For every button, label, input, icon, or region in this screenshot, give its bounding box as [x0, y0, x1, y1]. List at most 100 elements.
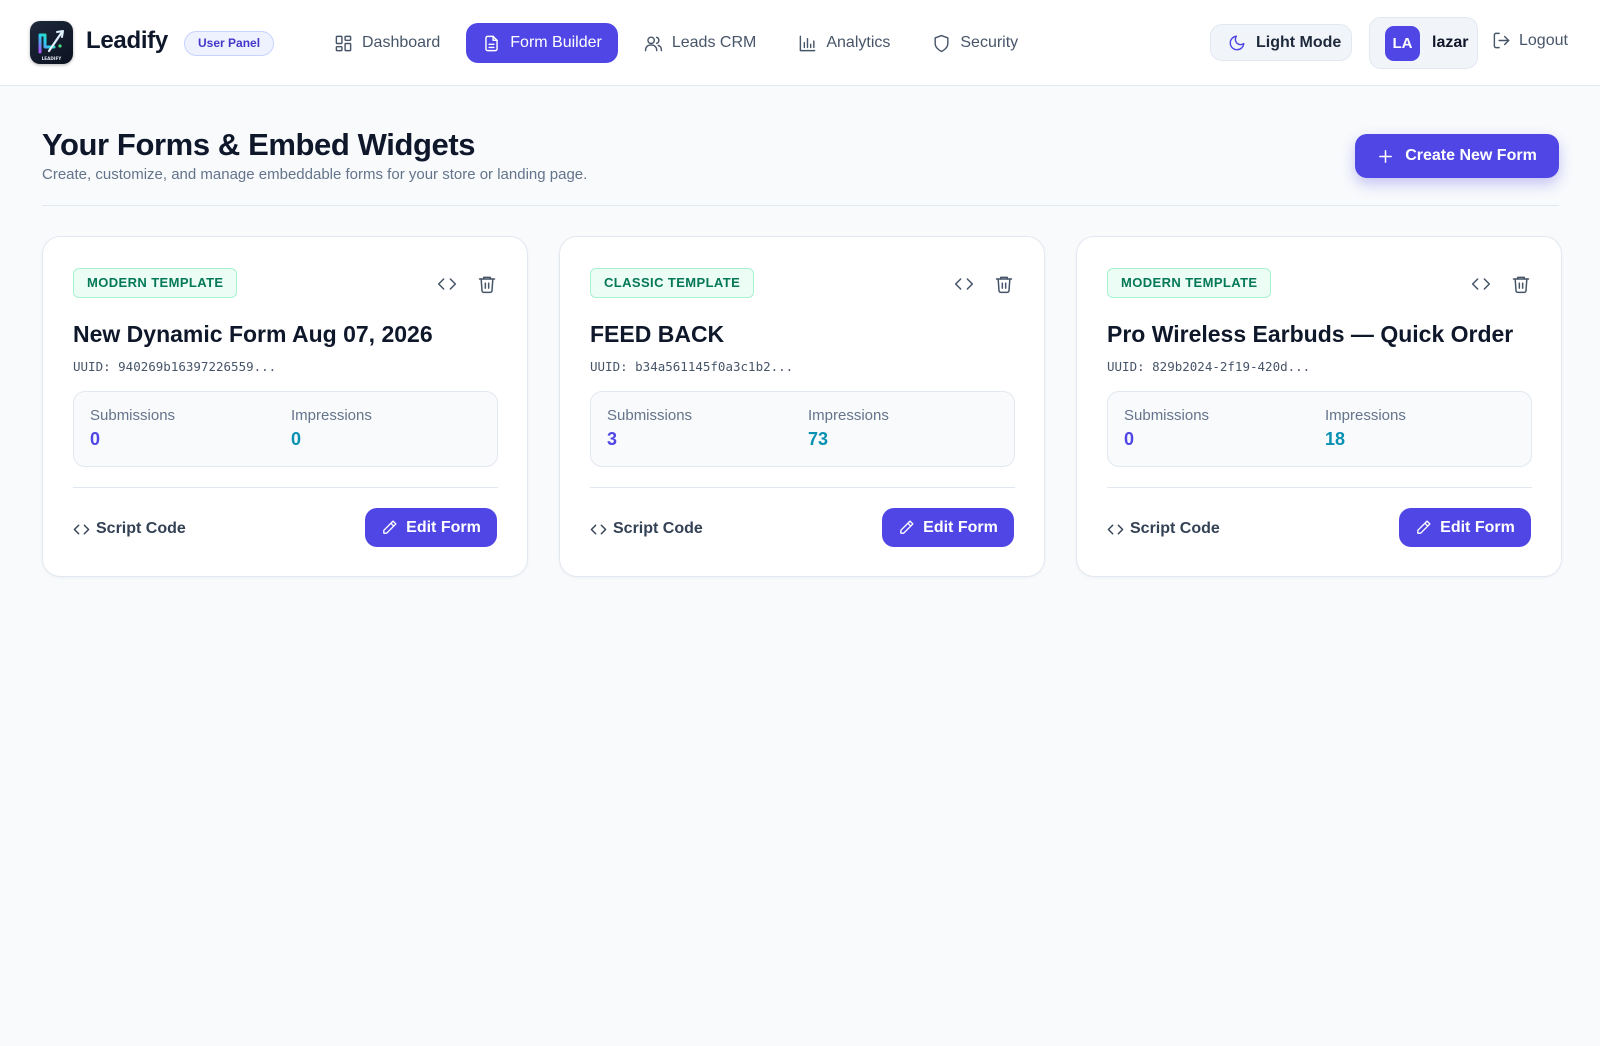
edit-form-button[interactable]: Edit Form — [1399, 508, 1531, 547]
trash-icon[interactable] — [477, 274, 497, 294]
code-icon[interactable] — [437, 274, 457, 294]
shield-icon — [934, 34, 949, 52]
impressions-stat: Impressions 0 — [291, 407, 372, 450]
form-card-list: MODERN TEMPLATE New Dynamic Form Aug 07,… — [42, 236, 1562, 577]
script-code-button[interactable]: Script Code — [590, 520, 703, 538]
impressions-label: Impressions — [808, 407, 889, 424]
nav-label: Form Builder — [510, 34, 602, 51]
form-uuid: UUID: 940269b16397226559... — [73, 359, 277, 374]
user-panel-badge: User Panel — [184, 31, 275, 56]
impressions-stat: Impressions 18 — [1325, 407, 1406, 450]
create-new-form-button[interactable]: Create New Form — [1355, 134, 1559, 178]
page-title: Your Forms & Embed Widgets — [42, 127, 476, 162]
document-icon — [485, 35, 499, 51]
nav-label: Analytics — [826, 34, 891, 51]
impressions-value: 18 — [1325, 429, 1346, 449]
logo-mark-icon: LEADIFY — [38, 30, 64, 61]
dashboard-grid-icon — [335, 35, 352, 51]
page-subtitle: Create, customize, and manage embeddable… — [42, 166, 588, 183]
template-badge: MODERN TEMPLATE — [73, 268, 238, 298]
form-stats: Submissions 3 Impressions 73 — [590, 391, 1015, 467]
script-code-label: Script Code — [613, 520, 703, 537]
card-actions — [1471, 274, 1531, 294]
nav-label: Leads CRM — [671, 34, 757, 51]
leadify-logo[interactable]: LEADIFY — [30, 21, 73, 64]
card-divider — [590, 487, 1015, 488]
edit-form-button[interactable]: Edit Form — [365, 508, 497, 547]
form-stats: Submissions 0 Impressions 0 — [73, 391, 498, 467]
card-actions — [437, 274, 497, 294]
submissions-value: 3 — [607, 429, 618, 449]
submissions-label: Submissions — [90, 407, 176, 424]
script-code-button[interactable]: Script Code — [73, 520, 186, 538]
submissions-label: Submissions — [607, 407, 693, 424]
script-code-label: Script Code — [1130, 520, 1220, 537]
form-card: MODERN TEMPLATE Pro Wireless Earbuds — Q… — [1076, 236, 1562, 577]
code-icon — [73, 524, 90, 534]
form-card: CLASSIC TEMPLATE FEED BACK UUID: b34a561… — [559, 236, 1045, 577]
trash-icon[interactable] — [994, 274, 1014, 294]
form-title: New Dynamic Form Aug 07, 2026 — [73, 321, 433, 347]
code-icon[interactable] — [1471, 274, 1491, 294]
impressions-stat: Impressions 73 — [808, 407, 889, 450]
submissions-value: 0 — [1124, 429, 1135, 449]
theme-toggle-button[interactable]: Light Mode — [1210, 24, 1352, 61]
nav-label: Dashboard — [362, 34, 441, 51]
pencil-icon — [900, 520, 914, 534]
edit-form-label: Edit Form — [1440, 518, 1515, 536]
nav-item-security[interactable]: Security — [916, 23, 1034, 63]
script-code-button[interactable]: Script Code — [1107, 520, 1220, 538]
template-badge: MODERN TEMPLATE — [1107, 268, 1272, 298]
code-icon[interactable] — [954, 274, 974, 294]
plus-icon — [1379, 149, 1393, 163]
form-uuid: UUID: b34a561145f0a3c1b2... — [590, 359, 794, 374]
form-uuid: UUID: 829b2024-2f19-420d... — [1107, 359, 1311, 374]
user-menu[interactable]: LA lazar — [1369, 17, 1478, 69]
theme-toggle-label: Light Mode — [1256, 33, 1342, 51]
logout-label: Logout — [1519, 31, 1568, 49]
impressions-value: 0 — [291, 429, 302, 449]
moon-icon — [1229, 35, 1245, 50]
nav-label: Security — [960, 34, 1019, 51]
form-title: Pro Wireless Earbuds — Quick Order — [1107, 321, 1514, 347]
submissions-stat: Submissions 0 — [1124, 407, 1209, 450]
nav-item-dashboard[interactable]: Dashboard — [318, 23, 456, 63]
form-title: FEED BACK — [590, 321, 725, 347]
script-code-label: Script Code — [96, 520, 186, 537]
nav-item-form-builder[interactable]: Form Builder — [466, 23, 618, 63]
pencil-icon — [383, 520, 397, 534]
form-card: MODERN TEMPLATE New Dynamic Form Aug 07,… — [42, 236, 528, 577]
submissions-stat: Submissions 0 — [90, 407, 175, 450]
logo-caption: LEADIFY — [42, 56, 63, 61]
trash-icon[interactable] — [1511, 274, 1531, 294]
edit-form-label: Edit Form — [923, 518, 998, 536]
impressions-label: Impressions — [1325, 407, 1406, 424]
card-actions — [954, 274, 1014, 294]
avatar: LA — [1385, 25, 1420, 61]
users-icon — [644, 35, 662, 51]
pencil-icon — [1417, 520, 1431, 534]
nav-item-analytics[interactable]: Analytics — [782, 23, 906, 63]
main-nav: Dashboard Form Builder Leads CRM Analyti… — [318, 23, 1034, 63]
logout-icon — [1493, 32, 1510, 49]
code-icon — [590, 524, 607, 534]
logout-button[interactable]: Logout — [1492, 31, 1568, 50]
submissions-stat: Submissions 3 — [607, 407, 692, 450]
username: lazar — [1432, 34, 1469, 51]
top-navbar: LEADIFY Leadify User Panel Dashboard For… — [0, 0, 1600, 86]
submissions-label: Submissions — [1124, 407, 1210, 424]
card-divider — [73, 487, 498, 488]
brand-name: Leadify — [86, 27, 168, 54]
submissions-value: 0 — [90, 429, 101, 449]
template-badge: CLASSIC TEMPLATE — [590, 268, 755, 298]
edit-form-label: Edit Form — [406, 518, 481, 536]
bar-chart-icon — [800, 35, 816, 51]
nav-item-leads-crm[interactable]: Leads CRM — [628, 23, 772, 63]
card-divider — [1107, 487, 1532, 488]
section-divider — [42, 205, 1559, 206]
create-new-form-label: Create New Form — [1405, 147, 1537, 164]
code-icon — [1107, 524, 1124, 534]
edit-form-button[interactable]: Edit Form — [882, 508, 1014, 547]
impressions-label: Impressions — [291, 407, 372, 424]
form-stats: Submissions 0 Impressions 18 — [1107, 391, 1532, 467]
